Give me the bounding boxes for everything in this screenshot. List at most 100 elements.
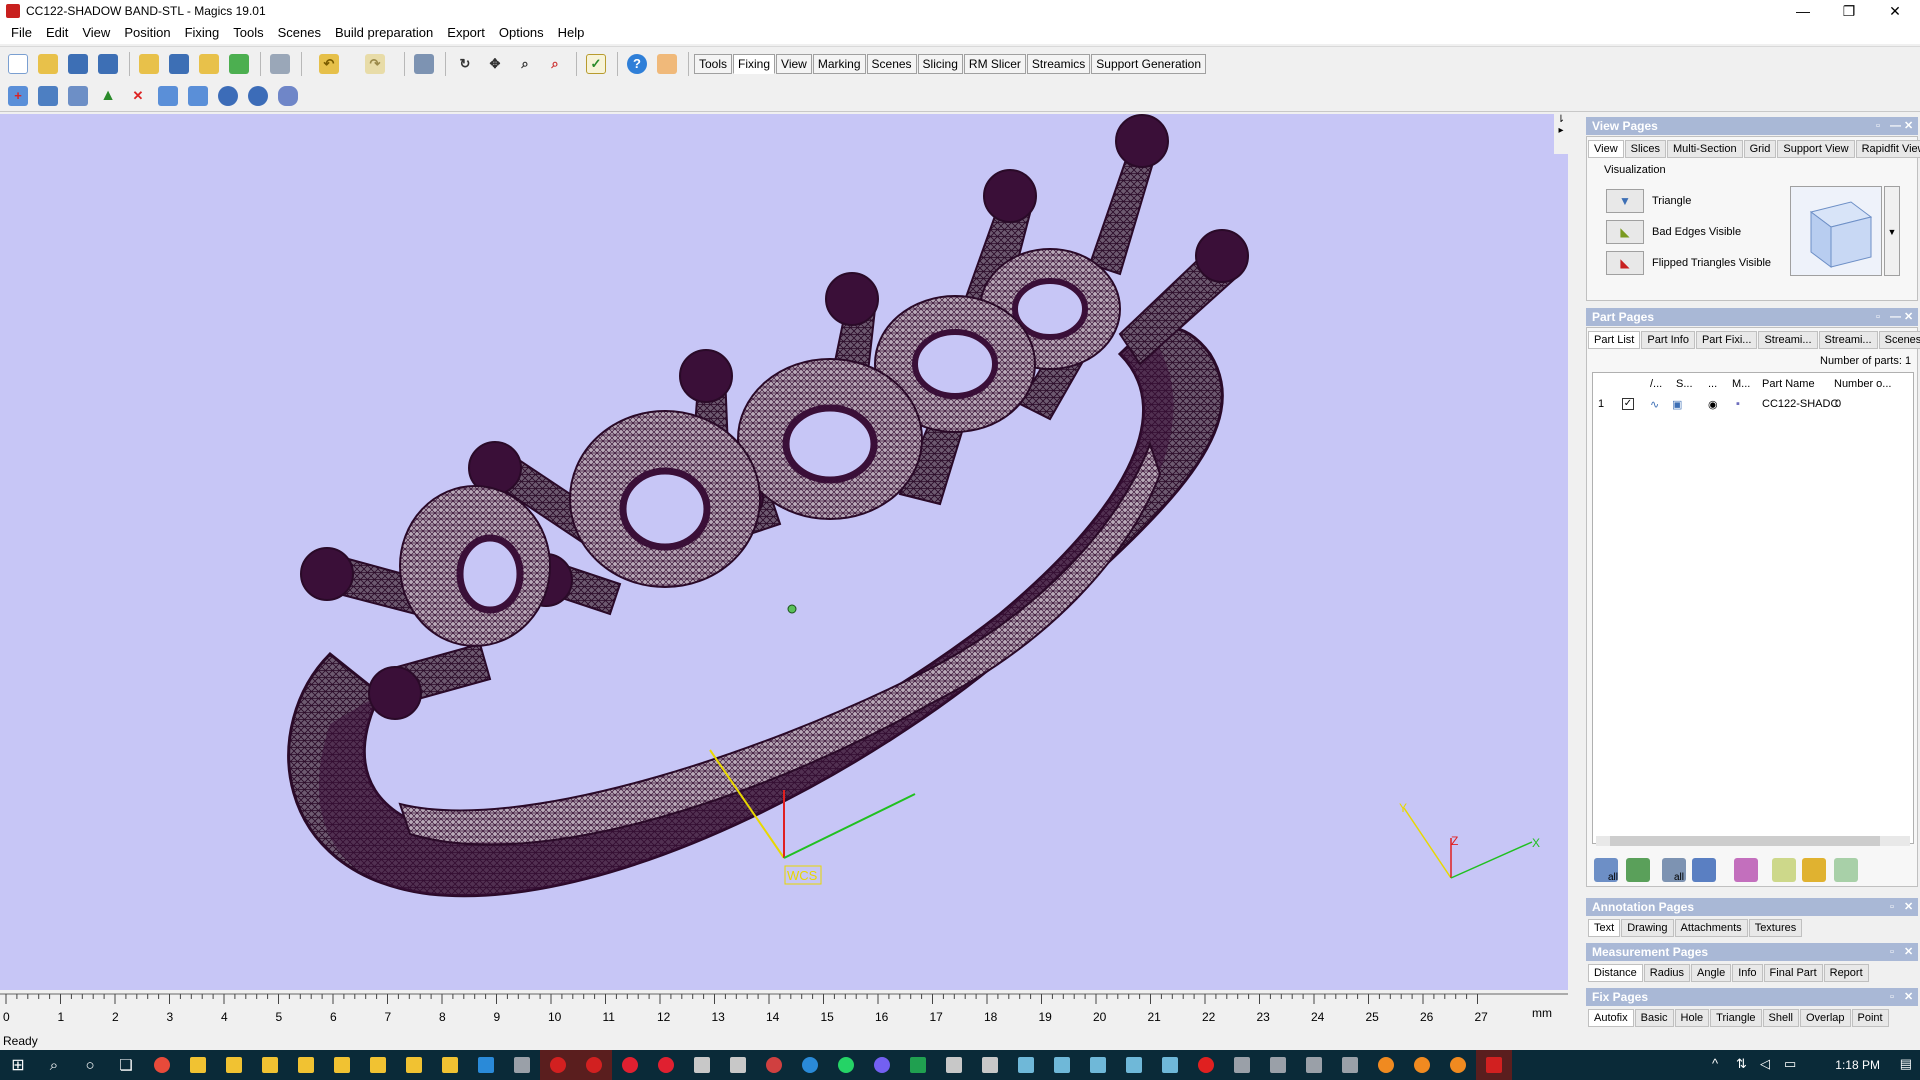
repair-button[interactable] xyxy=(154,82,182,110)
taskbar-blender-3[interactable] xyxy=(1440,1050,1476,1080)
close-panel-icon[interactable]: ✕ xyxy=(1904,943,1913,961)
taskbar-explorer-1[interactable] xyxy=(180,1050,216,1080)
taskbar-blender-1[interactable] xyxy=(1368,1050,1404,1080)
tab-shell[interactable]: Shell xyxy=(1762,1009,1799,1027)
color-parts-icon[interactable] xyxy=(1734,858,1758,882)
tab-support-view[interactable]: Support View xyxy=(1777,140,1855,158)
taskbar-explorer-7[interactable] xyxy=(396,1050,432,1080)
tab-part-info[interactable]: Part Info xyxy=(1641,331,1695,349)
tab-textures[interactable]: Textures xyxy=(1748,919,1803,937)
float-panel-icon[interactable]: ▫ xyxy=(1890,898,1894,916)
vis-triangle-row[interactable]: ▼ Triangle xyxy=(1606,188,1691,214)
col-material[interactable]: M... xyxy=(1732,378,1750,390)
tab-attachments[interactable]: Attachments xyxy=(1674,919,1748,937)
menu-file[interactable]: File xyxy=(4,22,39,44)
link-button[interactable] xyxy=(274,82,302,110)
bad-edges-icon[interactable]: ◣ xyxy=(1606,220,1644,244)
taskbar-whatsapp[interactable] xyxy=(828,1050,864,1080)
toolbar-tab-tools[interactable]: Tools xyxy=(694,53,733,74)
taskbar-cad-1[interactable] xyxy=(684,1050,720,1080)
tab-basic[interactable]: Basic xyxy=(1634,1009,1674,1027)
tab-slices[interactable]: Slices xyxy=(1624,140,1666,158)
taskbar-clock[interactable]: 1:18 PM xyxy=(1835,1050,1880,1080)
save-as-button[interactable] xyxy=(94,50,122,78)
taskbar-opera-1[interactable] xyxy=(612,1050,648,1080)
import-part-button[interactable] xyxy=(135,50,163,78)
toggle-selection-icon[interactable] xyxy=(1626,858,1650,882)
taskbar-viber[interactable] xyxy=(864,1050,900,1080)
start-button[interactable]: ⊞ xyxy=(0,1050,36,1080)
taskbar-magics-5[interactable] xyxy=(1152,1050,1188,1080)
delete-triangles-button[interactable]: ✕ xyxy=(124,82,152,110)
new-button[interactable] xyxy=(4,50,32,78)
notifications-icon[interactable]: ▤ xyxy=(1900,1056,1912,1072)
taskbar-magics-2[interactable] xyxy=(1044,1050,1080,1080)
row-shade-icon[interactable]: ∿ xyxy=(1650,398,1659,411)
select-button[interactable] xyxy=(410,50,438,78)
shell-fix-button[interactable] xyxy=(34,82,62,110)
row-triangle-icon[interactable]: ▣ xyxy=(1672,398,1682,411)
toolbar-tab-rm-slicer[interactable]: RM Slicer xyxy=(963,53,1026,74)
row-color-icon[interactable]: ◉ xyxy=(1708,398,1718,411)
float-panel-icon[interactable]: ▫ xyxy=(1890,943,1894,961)
undo-button[interactable]: ↶ xyxy=(307,50,351,78)
maximize-button[interactable]: ❐ xyxy=(1826,0,1872,22)
col-visible[interactable]: /... xyxy=(1650,378,1662,390)
menu-fixing[interactable]: Fixing xyxy=(178,22,227,44)
3d-viewport[interactable]: WCS Y Z X ⇂ ▸ xyxy=(0,114,1568,990)
taskbar-camera[interactable] xyxy=(756,1050,792,1080)
open-button[interactable] xyxy=(34,50,62,78)
vis-bad-edges-row[interactable]: ◣ Bad Edges Visible xyxy=(1606,219,1741,245)
col-number[interactable]: Number o... xyxy=(1834,378,1891,390)
save-part-button[interactable] xyxy=(165,50,193,78)
taskbar-mail[interactable] xyxy=(468,1050,504,1080)
taskbar-magics-active[interactable] xyxy=(1476,1050,1512,1080)
scrollbar-thumb[interactable] xyxy=(1610,836,1880,846)
tab-part-fixing[interactable]: Part Fixi... xyxy=(1695,331,1758,349)
minimize-panel-icon[interactable]: — xyxy=(1890,117,1901,135)
help-button[interactable]: ? xyxy=(623,50,651,78)
menu-export[interactable]: Export xyxy=(440,22,492,44)
triangle-mode-icon[interactable]: ▼ xyxy=(1606,189,1644,213)
tab-info[interactable]: Info xyxy=(1732,964,1763,982)
stitch-button[interactable] xyxy=(184,82,212,110)
task-view-button[interactable]: ❏ xyxy=(108,1050,144,1080)
print-button[interactable] xyxy=(266,50,294,78)
minimize-button[interactable]: — xyxy=(1780,0,1826,22)
row-visible-checkbox[interactable]: ✓ xyxy=(1622,398,1634,410)
tab-hole[interactable]: Hole xyxy=(1674,1009,1710,1027)
taskbar-explorer-8[interactable] xyxy=(432,1050,468,1080)
close-panel-icon[interactable]: ✕ xyxy=(1904,308,1913,326)
taskbar-explorer-6[interactable] xyxy=(360,1050,396,1080)
float-panel-icon[interactable]: ▫ xyxy=(1876,117,1880,135)
shrinkwrap-button[interactable] xyxy=(244,82,272,110)
context-help-button[interactable] xyxy=(653,50,681,78)
surface-icon[interactable] xyxy=(1802,858,1826,882)
toolbar-tab-support-generation[interactable]: Support Generation xyxy=(1091,53,1207,74)
close-button[interactable]: ✕ xyxy=(1872,0,1918,22)
export-part-icon[interactable] xyxy=(1834,858,1858,882)
menu-options[interactable]: Options xyxy=(492,22,551,44)
shells-to-parts-button[interactable] xyxy=(64,82,92,110)
rotate-view-button[interactable]: ↻ xyxy=(451,50,479,78)
col-part-name[interactable]: Part Name xyxy=(1762,378,1815,390)
tab-streamics-2[interactable]: Streami... xyxy=(1818,331,1878,349)
taskbar-tool-1[interactable] xyxy=(936,1050,972,1080)
taskbar-magics-1[interactable] xyxy=(1008,1050,1044,1080)
float-panel-icon[interactable]: ▫ xyxy=(1876,308,1880,326)
tab-view[interactable]: View xyxy=(1588,140,1624,158)
toolbar-tab-marking[interactable]: Marking xyxy=(812,53,866,74)
toolbar-tab-fixing[interactable]: Fixing xyxy=(733,53,776,74)
taskbar-edge[interactable] xyxy=(792,1050,828,1080)
menu-position[interactable]: Position xyxy=(117,22,177,44)
taskbar-calculator[interactable] xyxy=(504,1050,540,1080)
material-icon[interactable] xyxy=(1772,858,1796,882)
taskbar-app-1[interactable] xyxy=(1224,1050,1260,1080)
cortana-button[interactable]: ○ xyxy=(72,1050,108,1080)
toolbar-tab-slicing[interactable]: Slicing xyxy=(917,53,963,74)
tab-report[interactable]: Report xyxy=(1823,964,1869,982)
tab-autofix[interactable]: Autofix xyxy=(1588,1009,1634,1027)
tab-triangle[interactable]: Triangle xyxy=(1710,1009,1762,1027)
battery-icon[interactable]: ▭ xyxy=(1784,1056,1796,1072)
tray-chevron-icon[interactable]: ^ xyxy=(1712,1056,1718,1071)
